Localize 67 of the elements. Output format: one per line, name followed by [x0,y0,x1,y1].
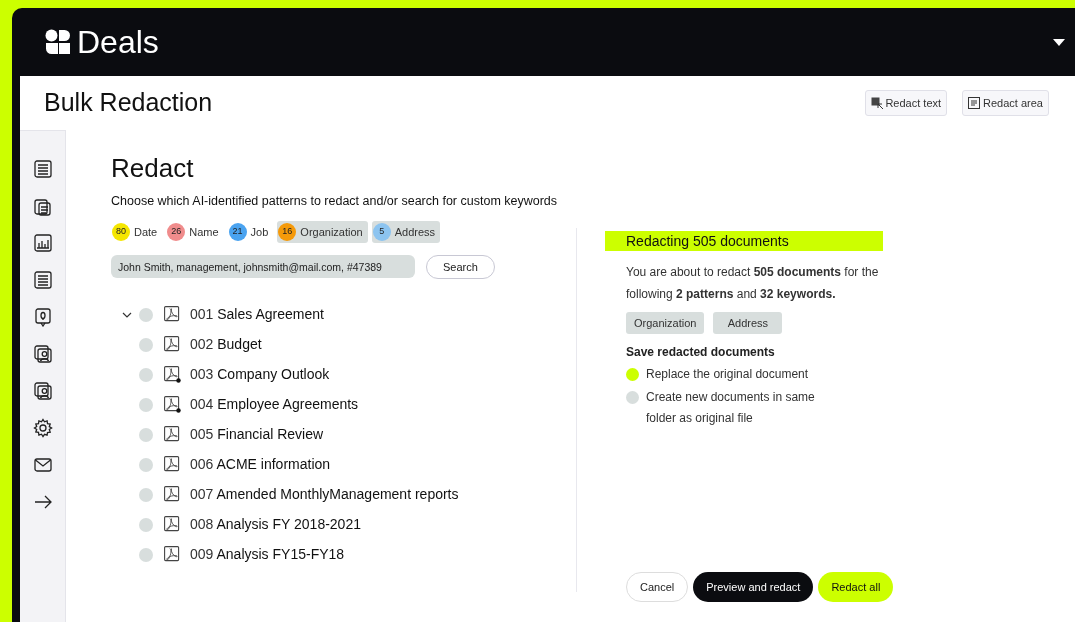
person-card-icon[interactable] [32,344,53,364]
summary-title: Redacting 505 documents [605,231,883,251]
document-name[interactable]: 009 Analysis FY15-FY18 [190,544,345,566]
pattern-label: Date [134,224,158,240]
count-badge: 16 [278,222,297,241]
document-name[interactable]: 001 Sales Agreement [190,304,324,326]
option-label[interactable]: Replace the original document [646,364,836,385]
document-lines-icon[interactable] [32,270,53,290]
pattern-label: Job [250,224,269,240]
pattern-label: Name [189,224,219,240]
gear-icon[interactable] [32,418,53,438]
pattern-tag: Organization [626,312,705,334]
radio-button[interactable] [626,368,639,381]
radio-button[interactable] [139,547,153,562]
radio-button[interactable] [139,307,153,322]
option-label[interactable]: Create new documents in same folder as original file [646,387,836,429]
pattern-tag: Address [713,312,783,334]
clipboard-list-icon[interactable] [32,196,53,216]
pattern-label: Organization [300,224,363,240]
pattern-chip[interactable]: 21 Job [227,220,274,243]
pattern-chip[interactable]: 5 Address [371,220,441,243]
bar-chart-icon[interactable] [32,233,53,253]
preview-button[interactable]: Preview and redact [693,572,814,602]
dropdown-caret-icon[interactable] [1053,38,1065,46]
count-badge: 26 [167,222,186,241]
search-button[interactable]: Search [426,254,495,279]
chat-bubble-icon[interactable] [32,307,53,327]
mail-icon[interactable] [32,455,53,475]
app-title: Deals [77,26,159,58]
chevron-icon[interactable] [122,311,132,318]
document-name[interactable]: 006 ACME information [190,454,331,476]
person-card-icon[interactable] [32,381,53,401]
document-name[interactable]: 005 Financial Review [190,424,324,446]
logo-icon [45,29,71,55]
count-badge: 5 [372,222,391,241]
document-name[interactable]: 004 Employee Agreements [190,394,359,416]
keyword-search-field[interactable]: John Smith, management, johnsmith@mail.com, #47389 [111,255,415,279]
pattern-chip[interactable]: 16 Organization [277,220,368,243]
count-badge: 21 [228,222,247,241]
page-title: Bulk Redaction [44,87,213,119]
redact-area-button[interactable]: Redact area [962,90,1049,116]
redact-text-button[interactable]: Redact text [865,90,948,116]
document-name[interactable]: 003 Company Outlook [190,364,330,386]
document-name[interactable]: 007 Amended MonthlyManagement reports [190,484,459,506]
cursor-box-icon [871,96,885,110]
radio-button[interactable] [626,391,639,404]
radio-button[interactable] [139,427,153,442]
radio-button[interactable] [139,457,153,472]
document-name[interactable]: 008 Analysis FY 2018-2021 [190,514,361,536]
radio-button[interactable] [139,367,153,382]
pattern-label: Address [394,224,436,240]
document-icon [968,97,981,109]
section-description: Choose which AI-identified patterns to redact and/or search for custom keywords [111,193,559,210]
radio-button[interactable] [139,337,153,352]
document-name[interactable]: 002 Budget [190,334,262,356]
radio-button[interactable] [139,397,153,412]
count-badge: 80 [112,222,130,241]
pattern-chip[interactable]: 26 Name [166,220,224,243]
save-options-title: Save redacted documents [626,344,776,361]
redact-all-button[interactable]: Redact all [818,572,894,602]
radio-button[interactable] [139,517,153,532]
pattern-chip[interactable]: 80 Date [111,220,163,243]
cancel-button[interactable]: Cancel [626,572,689,602]
section-title: Redact [111,152,195,184]
document-lines-icon[interactable] [32,159,53,179]
radio-button[interactable] [139,487,153,502]
summary-text: You are about to redact 505 documents for the following 2 patterns and 32 keywords. [626,264,880,303]
